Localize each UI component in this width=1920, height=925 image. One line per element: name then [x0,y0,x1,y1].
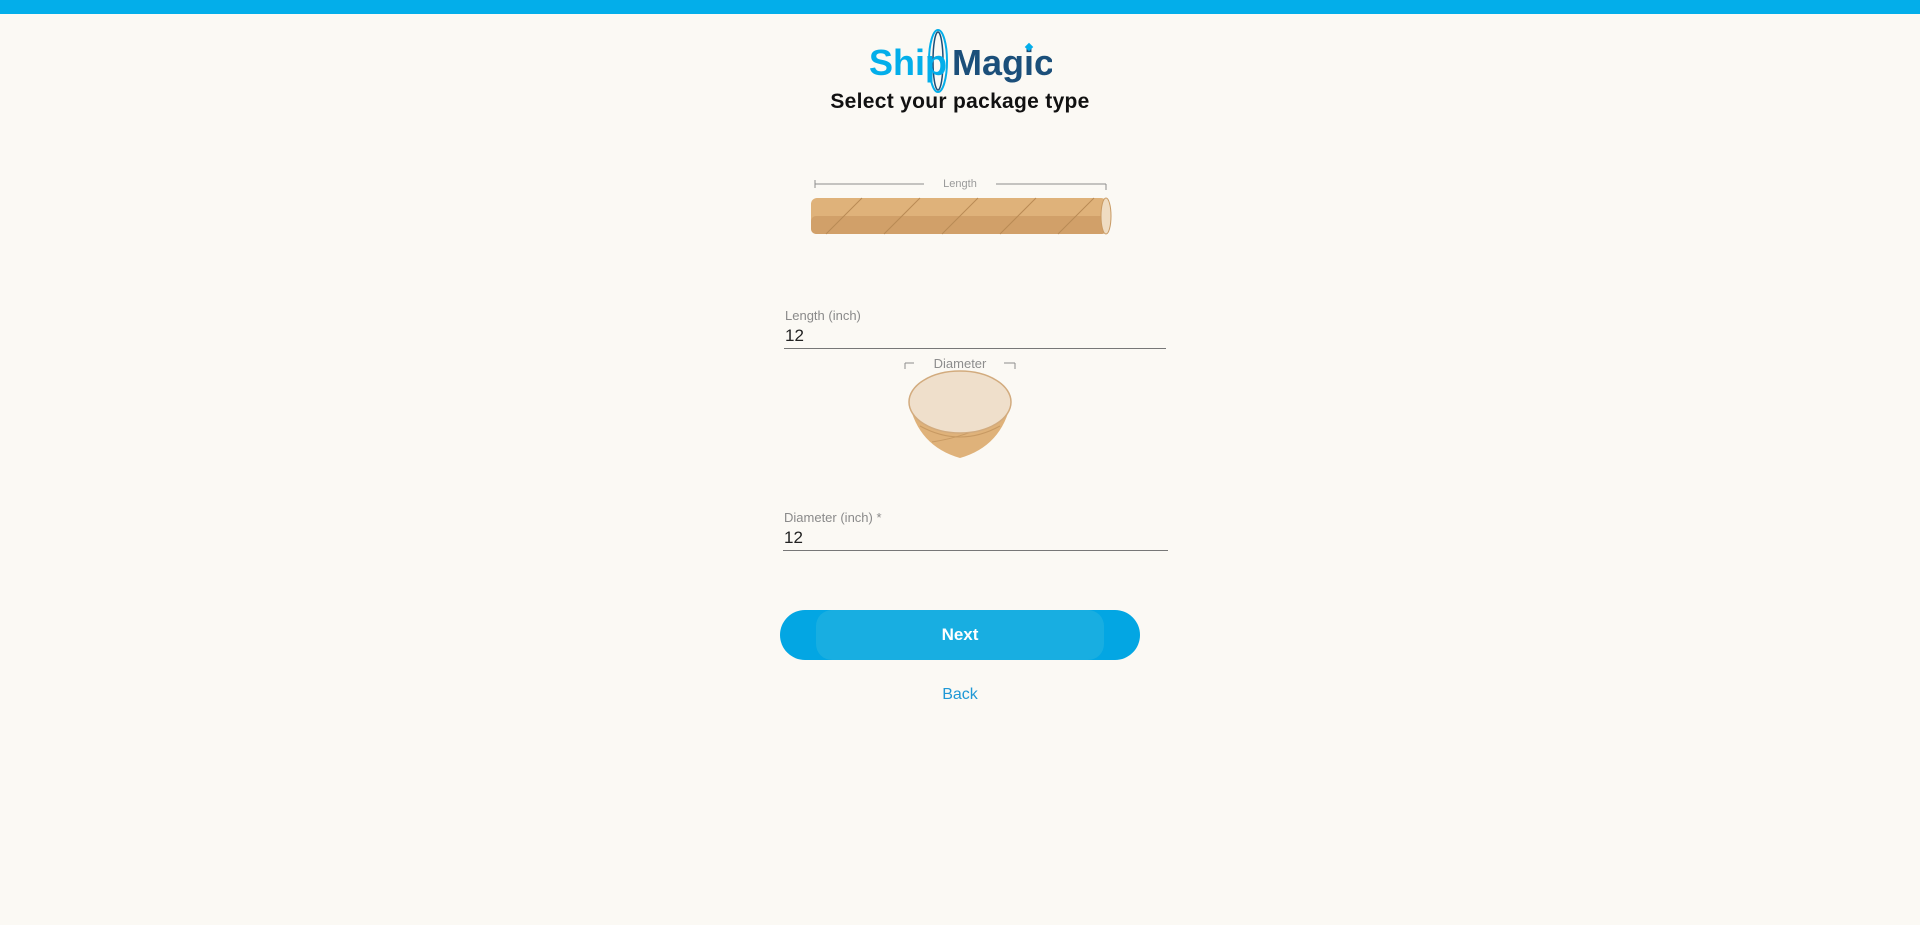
back-link[interactable]: Back [910,686,1010,704]
length-field-underline [784,348,1166,349]
tube-length-label: Length [943,178,977,190]
top-accent-bar [0,0,1920,14]
diameter-illustration: Diameter [904,356,1016,458]
length-field[interactable]: Length (inch) 12 [784,308,1166,349]
next-button-label: Next [941,625,979,644]
diameter-field-label: Diameter (inch) * [784,510,882,525]
length-input[interactable]: 12 [785,326,804,346]
next-button[interactable]: Next [780,610,1140,660]
diameter-dimension-label: Diameter [934,356,987,371]
page-title: Select your package type [830,90,1090,113]
length-field-label: Length (inch) [785,308,861,323]
logo-text-ship: Ship [869,42,947,83]
diameter-field[interactable]: Diameter (inch) * 12 [783,510,1168,551]
diameter-field-underline [783,550,1168,551]
diameter-input[interactable]: 12 [784,528,803,548]
tube-illustration: Length [811,178,1112,235]
shipmagic-logo: Ship Magic [869,29,1052,93]
logo-text-magic: Magic [952,42,1052,83]
